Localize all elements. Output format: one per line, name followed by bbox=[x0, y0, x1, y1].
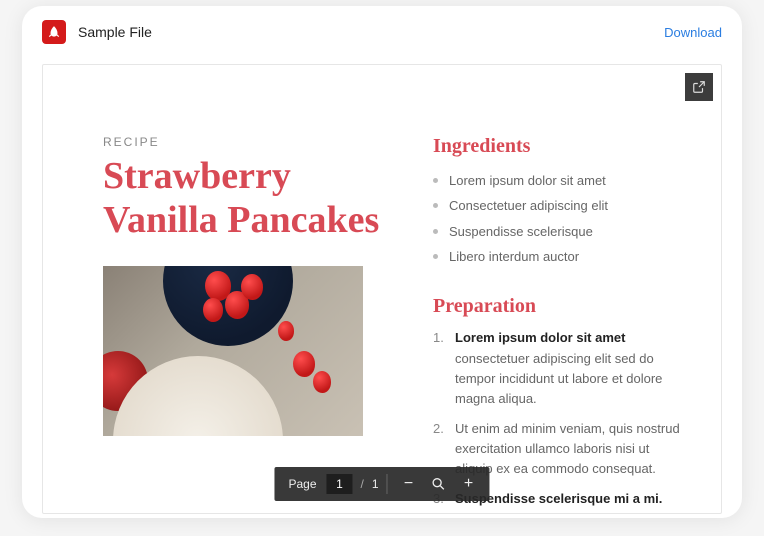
total-pages: 1 bbox=[372, 477, 379, 491]
zoom-out-button[interactable]: − bbox=[396, 471, 422, 497]
category-label: RECIPE bbox=[103, 135, 383, 149]
ingredient-item: Lorem ipsum dolor sit amet bbox=[433, 168, 681, 193]
current-page-input[interactable] bbox=[327, 474, 353, 494]
minus-icon: − bbox=[404, 475, 413, 493]
magnifier-icon bbox=[431, 476, 447, 492]
header-bar: Sample File Download bbox=[22, 6, 742, 54]
toolbar-divider bbox=[387, 474, 388, 494]
pdf-icon bbox=[42, 20, 66, 44]
page-label: Page bbox=[282, 477, 322, 491]
pdf-viewer: RECIPE Strawberry Vanilla Pancakes Ingre… bbox=[42, 64, 722, 514]
step-rest: consectetuer adipiscing elit sed do temp… bbox=[455, 351, 662, 406]
ingredient-item: Suspendisse scelerisque bbox=[433, 219, 681, 244]
open-external-icon bbox=[692, 80, 706, 94]
zoom-in-button[interactable]: + bbox=[456, 471, 482, 497]
step-rest: Lorem ipsum dolor sit amet, consectetuer bbox=[455, 512, 615, 515]
pdf-toolbar: Page / 1 − + bbox=[274, 467, 489, 501]
open-external-button[interactable] bbox=[685, 73, 713, 101]
ingredient-item: Consectetuer adipiscing elit bbox=[433, 193, 681, 218]
right-column: Ingredients Lorem ipsum dolor sit amet C… bbox=[433, 135, 681, 514]
step-item: Lorem ipsum dolor sit amet consectetuer … bbox=[433, 328, 681, 409]
zoom-reset-button[interactable] bbox=[426, 471, 452, 497]
app-card: Sample File Download RECIPE Strawberry V… bbox=[22, 6, 742, 518]
download-link[interactable]: Download bbox=[664, 25, 722, 40]
recipe-photo bbox=[103, 266, 363, 436]
ingredients-list: Lorem ipsum dolor sit amet Consectetuer … bbox=[433, 168, 681, 269]
ingredients-heading: Ingredients bbox=[433, 135, 681, 158]
left-column: RECIPE Strawberry Vanilla Pancakes bbox=[103, 135, 383, 514]
ingredient-item: Libero interdum auctor bbox=[433, 244, 681, 269]
header-left: Sample File bbox=[42, 20, 152, 44]
step-lead: Lorem ipsum dolor sit amet bbox=[455, 330, 625, 345]
recipe-title: Strawberry Vanilla Pancakes bbox=[103, 155, 383, 242]
file-title: Sample File bbox=[78, 24, 152, 40]
page-separator: / bbox=[357, 477, 368, 491]
preparation-heading: Preparation bbox=[433, 295, 681, 318]
document-page: RECIPE Strawberry Vanilla Pancakes Ingre… bbox=[43, 65, 721, 514]
plus-icon: + bbox=[464, 475, 473, 493]
